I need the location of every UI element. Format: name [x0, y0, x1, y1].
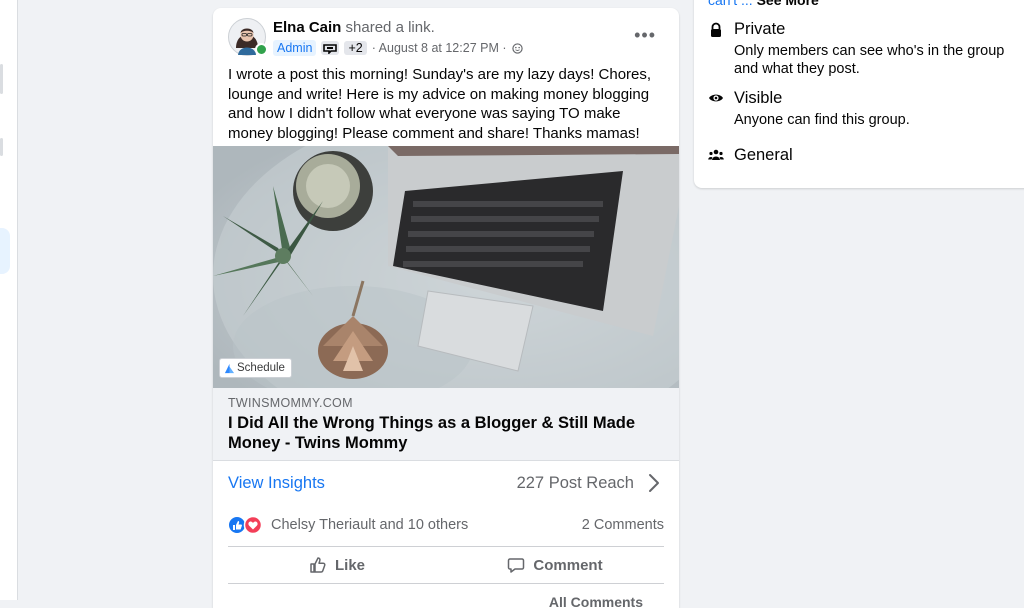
comment-bubble-icon — [508, 558, 525, 573]
comments-count[interactable]: 2 Comments — [582, 517, 664, 533]
all-comments-filter[interactable]: All Comments — [549, 594, 643, 608]
about-item-title: Visible — [734, 89, 783, 107]
like-button[interactable]: Like — [228, 547, 446, 583]
post-meta: Admin +2 · August 8 at 12:27 PM · — [273, 39, 523, 57]
about-item-description: Anyone can find this group. — [734, 112, 910, 128]
extra-badges-count[interactable]: +2 — [344, 41, 367, 55]
view-insights-link[interactable]: View Insights — [228, 474, 325, 493]
about-item-description: Only members can see who's in the group … — [734, 43, 1005, 77]
about-item-title: General — [734, 146, 793, 164]
chevron-right-icon[interactable] — [646, 472, 662, 494]
group-about-card: can't ... See More Private Only members … — [694, 0, 1024, 188]
reaction-names[interactable]: Chelsy Theriault and 10 others — [271, 517, 468, 533]
post-options-button[interactable]: ••• — [634, 26, 656, 44]
laptop-photo — [213, 146, 679, 388]
comment-button[interactable]: Comment — [446, 547, 664, 583]
schedule-label: Schedule — [237, 362, 285, 374]
reaction-icons[interactable] — [228, 516, 266, 534]
schedule-logo-icon — [224, 363, 235, 373]
see-more-link[interactable]: See More — [757, 0, 819, 8]
sidebar-edge-mark — [0, 64, 3, 94]
admin-badge[interactable]: Admin — [273, 40, 317, 56]
author-avatar[interactable] — [228, 18, 268, 56]
post-timestamp[interactable]: · August 8 at 12:27 PM · — [372, 41, 507, 55]
author-name[interactable]: Elna Cain — [273, 19, 341, 36]
link-preview[interactable]: TWINSMOMMY.COM I Did All the Wrong Thing… — [213, 388, 679, 461]
post-author-line: Elna Cain shared a link. — [273, 19, 435, 36]
eye-icon — [709, 94, 723, 102]
post-header: Elna Cain shared a link. Admin +2 · Augu… — [228, 18, 664, 58]
sidebar-edge-mark — [0, 138, 3, 156]
thumbs-up-icon — [310, 557, 326, 573]
schedule-tag[interactable]: Schedule — [219, 358, 292, 378]
post-reach[interactable]: 227 Post Reach — [517, 474, 634, 493]
left-sidebar — [0, 0, 18, 600]
description-truncated: can't ... — [708, 0, 753, 8]
privacy-globe-icon — [511, 42, 523, 54]
post-card: Elna Cain shared a link. Admin +2 · Augu… — [213, 8, 679, 608]
link-title: I Did All the Wrong Things as a Blogger … — [228, 414, 636, 452]
comment-label: Comment — [533, 556, 603, 574]
action-divider-bottom — [228, 583, 664, 584]
sidebar-active-item[interactable] — [0, 228, 10, 274]
about-item-title: Private — [734, 20, 786, 38]
people-icon — [708, 149, 724, 160]
lock-icon — [711, 22, 721, 37]
member-badge-icon[interactable] — [321, 41, 340, 55]
link-preview-image[interactable]: Schedule — [213, 146, 679, 388]
link-domain: TWINSMOMMY.COM — [228, 396, 353, 410]
post-action-text: shared a link. — [345, 19, 435, 36]
reactions-row: Chelsy Theriault and 10 others 2 Comment… — [228, 515, 664, 537]
insights-row: View Insights 227 Post Reach — [228, 470, 664, 498]
group-description-line: can't ... See More — [708, 0, 819, 8]
online-status-dot — [255, 43, 268, 56]
post-actions: Like Comment — [228, 547, 664, 583]
like-label: Like — [334, 556, 365, 574]
post-body-text: I wrote a post this morning! Sunday's ar… — [228, 66, 652, 142]
